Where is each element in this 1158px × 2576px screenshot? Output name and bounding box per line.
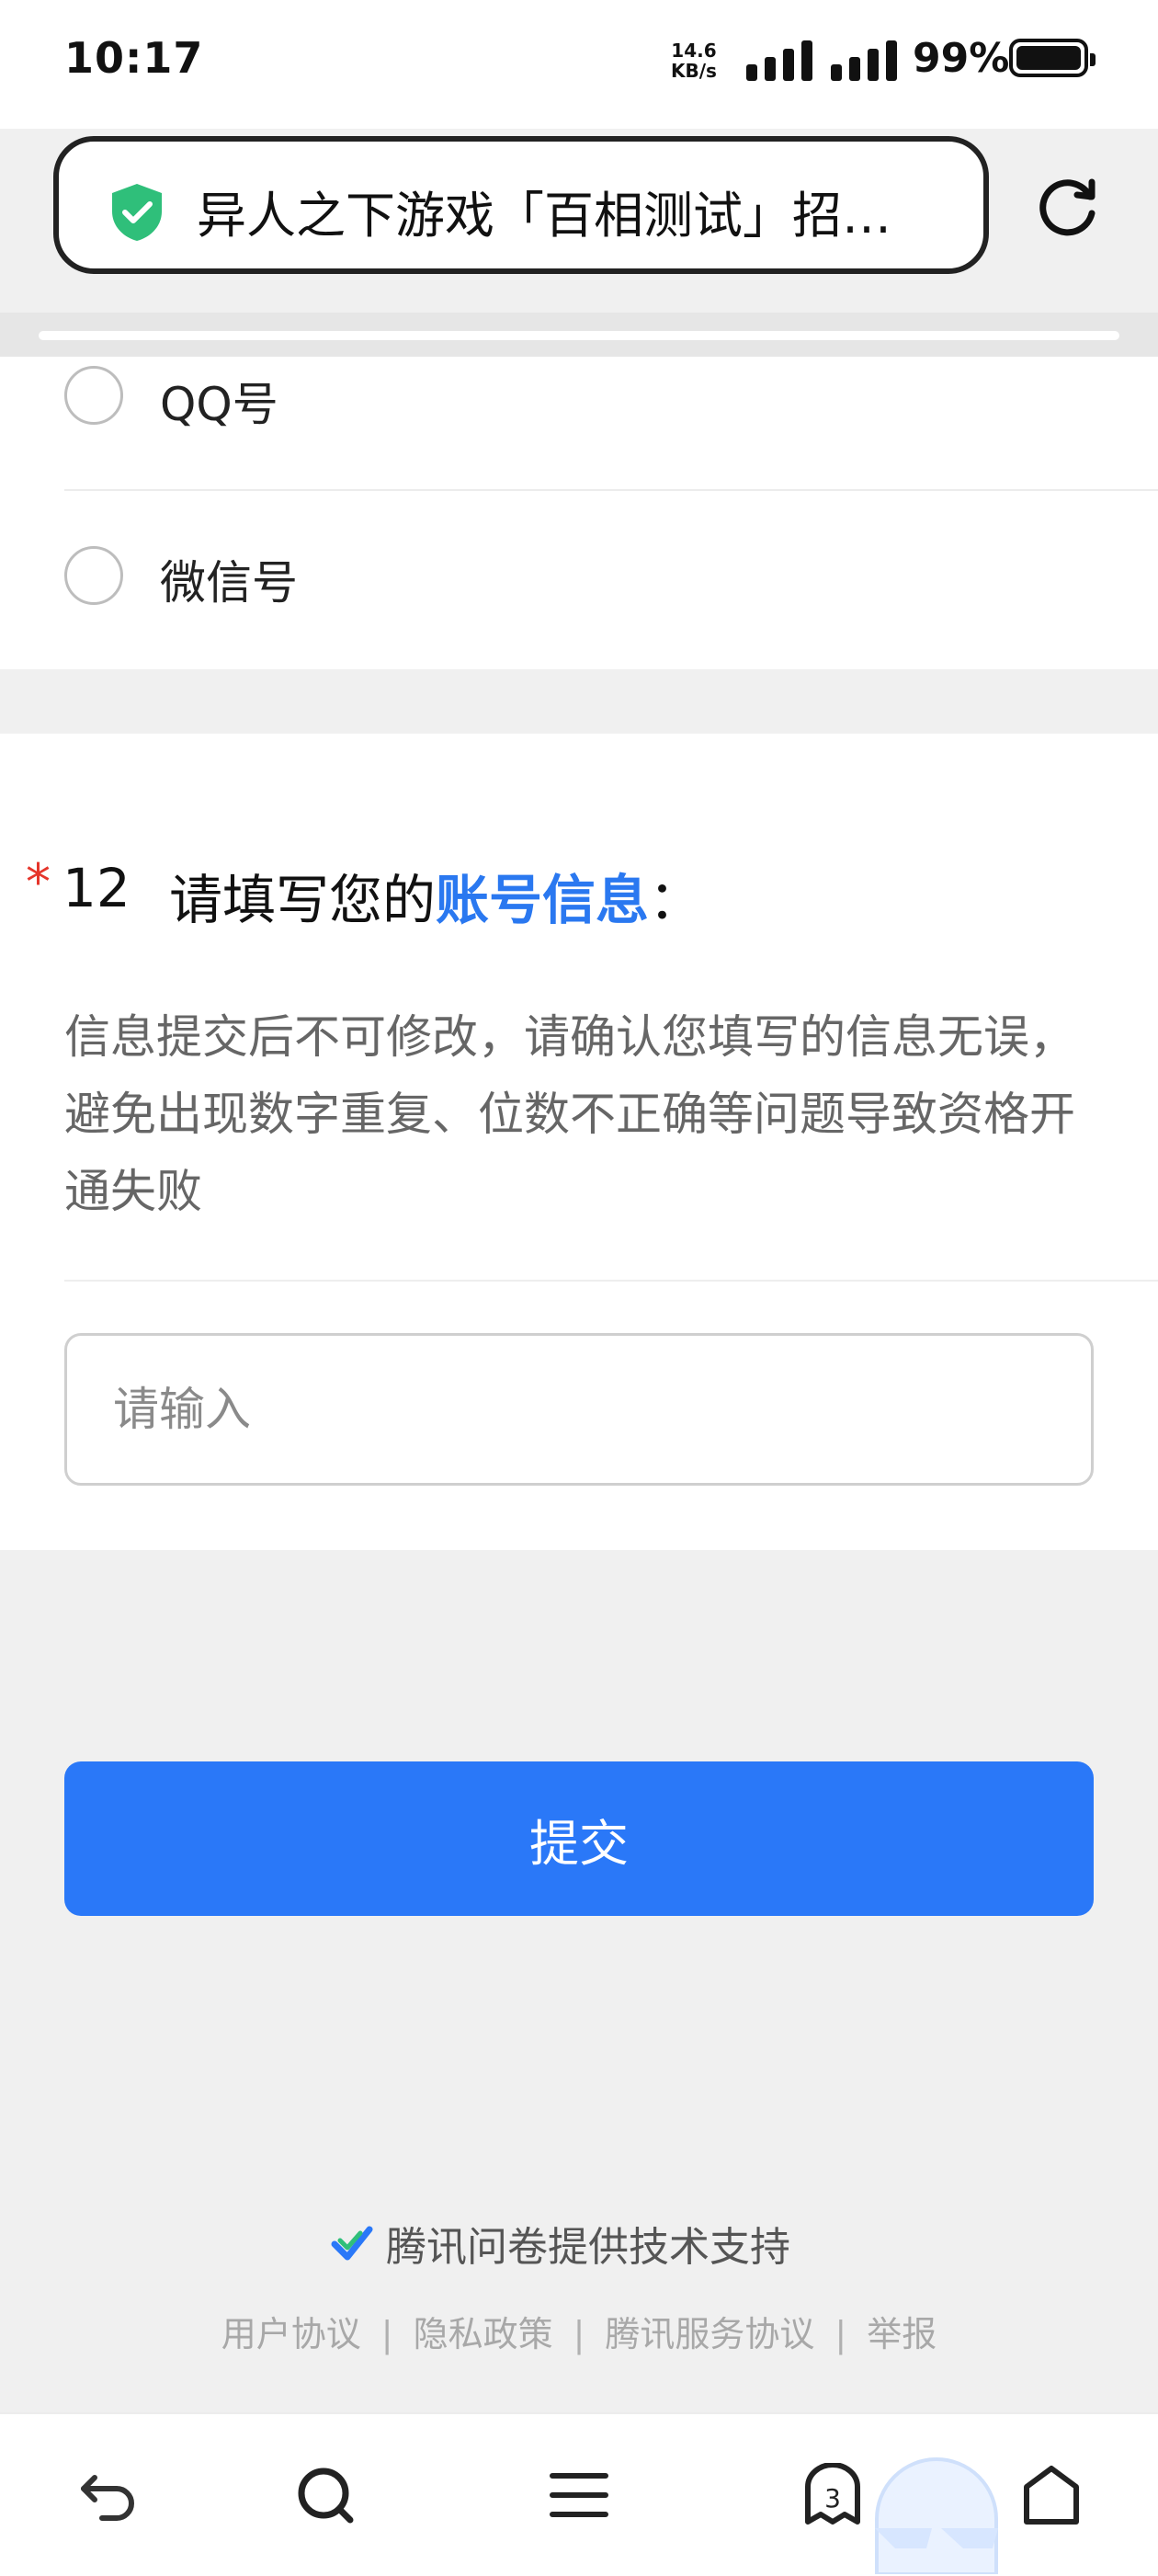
required-mark: * — [26, 853, 51, 911]
search-icon — [298, 2468, 354, 2524]
menu-icon — [550, 2473, 608, 2517]
page-title: 异人之下游戏「百相测试」招… — [197, 187, 891, 245]
menu-button[interactable] — [542, 2458, 616, 2532]
question-card: * 12 请填写您的账号信息： 信息提交后不可修改，请确认您填写的信息无误，避免… — [0, 734, 1158, 1550]
question-title: 请填写您的账号信息： — [169, 857, 702, 934]
tencent-survey-logo-icon — [331, 2226, 373, 2261]
network-speed-value: 14.6 — [671, 40, 717, 62]
link-service-agreement[interactable]: 腾讯服务协议 — [605, 2314, 814, 2354]
question-title-suffix: ： — [649, 869, 703, 931]
question-divider — [64, 1280, 1158, 1282]
link-user-agreement[interactable]: 用户协议 — [221, 2314, 361, 2354]
back-arrow-icon — [81, 2475, 134, 2521]
account-info-input[interactable] — [64, 1333, 1094, 1486]
address-bar[interactable]: 异人之下游戏「百相测试」招… — [53, 136, 989, 274]
footer-links: 用户协议 | 隐私政策 | 腾讯服务协议 | 举报 — [0, 2306, 1158, 2356]
powered-by: 腾讯问卷提供技术支持 — [331, 2214, 790, 2273]
link-separator: | — [573, 2314, 585, 2354]
battery-icon — [1009, 39, 1096, 77]
question-description: 信息提交后不可修改，请确认您填写的信息无误，避免出现数字重复、位数不正确等问题导… — [64, 1010, 1075, 1218]
radio-option-qq[interactable]: QQ号 — [64, 357, 1121, 489]
status-time: 10:17 — [64, 33, 204, 83]
radio-option-label: QQ号 — [160, 378, 278, 431]
link-separator: | — [380, 2314, 393, 2354]
tab-count: 3 — [824, 2483, 841, 2513]
progress-bar — [39, 331, 1119, 340]
tabs-icon: 3 — [805, 2463, 860, 2525]
signal-icon — [746, 40, 812, 81]
link-separator: | — [834, 2314, 847, 2354]
radio-option-wechat[interactable]: 微信号 — [64, 491, 1121, 647]
powered-by-text: 腾讯问卷提供技术支持 — [386, 2224, 790, 2271]
network-speed: 14.6 KB/s — [671, 40, 717, 81]
mascot-icon[interactable] — [868, 2445, 1005, 2574]
back-button[interactable] — [72, 2458, 145, 2532]
submit-button[interactable]: 提交 — [64, 1761, 1094, 1916]
battery-percent: 99% — [913, 35, 1010, 82]
home-button[interactable] — [1015, 2458, 1088, 2532]
link-privacy-policy[interactable]: 隐私政策 — [414, 2314, 553, 2354]
tabs-button[interactable]: 3 — [796, 2458, 869, 2532]
link-report[interactable]: 举报 — [867, 2314, 937, 2354]
signal-icon-sim2 — [831, 40, 897, 81]
reload-icon[interactable] — [1037, 175, 1101, 239]
question-title-prefix: 请填写您的 — [169, 869, 437, 931]
status-bar: 10:17 14.6 KB/s 99% — [0, 0, 1158, 129]
home-icon — [1024, 2466, 1079, 2525]
search-button[interactable] — [289, 2458, 362, 2532]
previous-question-options: QQ号 微信号 — [0, 357, 1158, 669]
radio-option-label: 微信号 — [160, 556, 298, 610]
secure-shield-icon — [112, 184, 162, 241]
network-speed-unit: KB/s — [671, 60, 717, 82]
radio-button[interactable] — [64, 366, 123, 425]
question-title-highlight: 账号信息 — [436, 869, 650, 931]
question-number: 12 — [62, 857, 131, 919]
radio-button[interactable] — [64, 546, 123, 605]
